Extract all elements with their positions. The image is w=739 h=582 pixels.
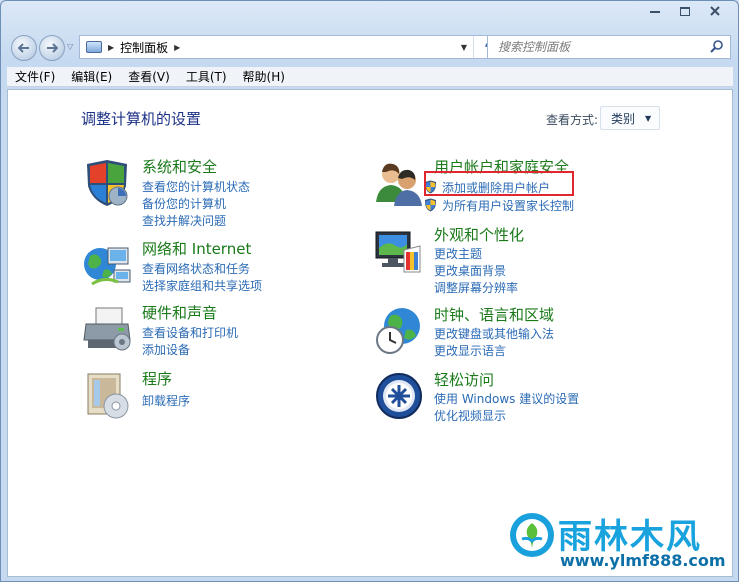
breadcrumb-control-panel[interactable]: 控制面板 xyxy=(120,39,168,56)
maximize-button[interactable] xyxy=(670,1,700,21)
view-by-dropdown[interactable]: 类别 ▼ xyxy=(600,106,660,130)
link-change-input-method[interactable]: 更改键盘或其他输入法 xyxy=(434,325,554,342)
printer-icon[interactable] xyxy=(82,304,132,354)
category-title[interactable]: 硬件和声音 xyxy=(142,302,217,323)
arrow-right-icon xyxy=(47,43,58,53)
close-button[interactable] xyxy=(700,1,730,21)
menu-tools[interactable]: 工具(T) xyxy=(178,68,235,85)
link-homegroup-options[interactable]: 选择家庭组和共享选项 xyxy=(142,277,262,294)
network-globe-icon[interactable] xyxy=(82,240,132,290)
minimize-icon xyxy=(650,11,660,13)
view-by-value: 类别 xyxy=(611,111,636,126)
maximize-icon xyxy=(680,6,690,16)
link-view-computer-status[interactable]: 查看您的计算机状态 xyxy=(142,178,250,195)
link-change-theme[interactable]: 更改主题 xyxy=(434,245,482,262)
link-add-device[interactable]: 添加设备 xyxy=(142,341,190,358)
users-icon[interactable] xyxy=(374,158,424,208)
ylmf-logo-icon xyxy=(510,513,554,557)
breadcrumb-arrow-icon[interactable]: ▶ xyxy=(108,43,114,52)
shield-icon[interactable] xyxy=(82,158,132,208)
watermark: 雨林木风 www.ylmf888.com xyxy=(504,507,726,575)
link-recommended-settings[interactable]: 使用 Windows 建议的设置 xyxy=(434,390,579,407)
control-panel-icon xyxy=(86,41,102,53)
category-title[interactable]: 程序 xyxy=(142,368,172,389)
address-bar[interactable]: ▶ 控制面板 ▶ ▼ xyxy=(79,35,514,59)
link-optimize-video[interactable]: 优化视频显示 xyxy=(434,407,506,424)
address-dropdown-icon[interactable]: ▼ xyxy=(461,43,467,52)
minimize-button[interactable] xyxy=(640,1,670,21)
menu-help[interactable]: 帮助(H) xyxy=(235,68,293,85)
recent-pages-dropdown[interactable]: ▽ xyxy=(67,42,73,51)
category-title[interactable]: 系统和安全 xyxy=(142,156,217,177)
link-find-fix-problems[interactable]: 查找并解决问题 xyxy=(142,212,226,229)
programs-icon[interactable] xyxy=(82,370,132,420)
menu-view[interactable]: 查看(V) xyxy=(120,68,178,85)
category-title[interactable]: 网络和 Internet xyxy=(142,238,251,259)
link-text: 为所有用户设置家长控制 xyxy=(442,199,575,213)
content-area: 调整计算机的设置 查看方式: 类别 ▼ 系统和安全 查看您的计算机状态 备份您的… xyxy=(7,89,733,577)
search-input[interactable] xyxy=(498,40,698,54)
category-title[interactable]: 轻松访问 xyxy=(434,369,494,390)
link-change-display-language[interactable]: 更改显示语言 xyxy=(434,342,506,359)
search-box[interactable] xyxy=(487,35,731,59)
link-uninstall-program[interactable]: 卸载程序 xyxy=(142,392,190,409)
forward-button[interactable] xyxy=(39,35,65,61)
category-title[interactable]: 时钟、语言和区域 xyxy=(434,304,554,325)
breadcrumb-arrow-icon[interactable]: ▶ xyxy=(174,43,180,52)
link-devices-printers[interactable]: 查看设备和打印机 xyxy=(142,324,238,341)
back-button[interactable] xyxy=(11,35,37,61)
arrow-left-icon xyxy=(18,43,29,53)
link-backup-computer[interactable]: 备份您的计算机 xyxy=(142,195,226,212)
link-network-status[interactable]: 查看网络状态和任务 xyxy=(142,260,250,277)
link-screen-resolution[interactable]: 调整屏幕分辨率 xyxy=(434,279,518,296)
uac-shield-icon xyxy=(425,198,436,212)
link-change-background[interactable]: 更改桌面背景 xyxy=(434,262,506,279)
highlight-box xyxy=(424,171,574,196)
globe-clock-icon[interactable] xyxy=(374,306,424,356)
category-title[interactable]: 外观和个性化 xyxy=(434,224,524,245)
view-by-label: 查看方式: xyxy=(546,113,599,127)
search-icon[interactable] xyxy=(710,39,724,53)
page-title: 调整计算机的设置 xyxy=(81,110,202,128)
control-panel-window: ▽ ▶ 控制面板 ▶ ▼ 文件(F) 编辑(E) 查看(V) 工具(T) 帮助(… xyxy=(0,0,739,582)
menu-file[interactable]: 文件(F) xyxy=(7,68,63,85)
monitor-palette-icon[interactable] xyxy=(374,226,424,276)
menu-bar: 文件(F) 编辑(E) 查看(V) 工具(T) 帮助(H) xyxy=(7,67,733,87)
watermark-url: www.ylmf888.com xyxy=(560,551,726,570)
navigation-bar: ▽ ▶ 控制面板 ▶ ▼ xyxy=(9,33,731,63)
close-icon xyxy=(710,6,720,16)
caption-buttons xyxy=(640,1,730,21)
ease-of-access-icon[interactable] xyxy=(374,371,424,421)
chevron-down-icon: ▼ xyxy=(645,113,652,123)
menu-edit[interactable]: 编辑(E) xyxy=(63,68,120,85)
